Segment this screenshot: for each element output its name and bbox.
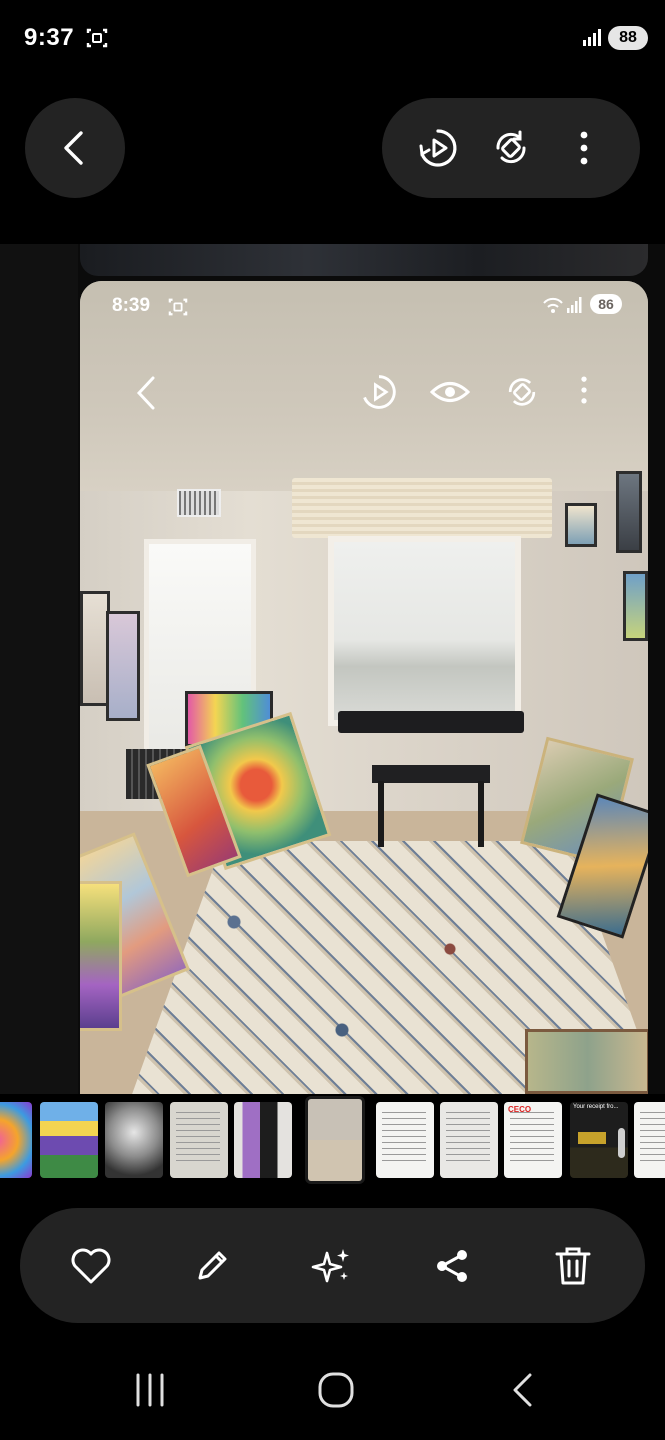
screenshot-icon [168, 298, 188, 316]
auto-rotate-button[interactable] [487, 124, 535, 172]
wall-painting [616, 471, 642, 553]
ai-edit-button[interactable] [307, 1241, 357, 1291]
thumbnail-document[interactable]: CECO [504, 1102, 562, 1178]
thumbnail-document[interactable] [170, 1102, 228, 1178]
wifi-signal-icon [543, 297, 582, 313]
recents-icon [136, 1373, 164, 1407]
motion-play-button[interactable] [414, 124, 462, 172]
delete-button[interactable] [548, 1241, 598, 1291]
thumbnail-lavender-painting[interactable] [40, 1102, 98, 1178]
edit-pencil-icon [198, 1251, 227, 1280]
piano-bench-legs [378, 781, 484, 847]
embedded-status-time: 8:39 [112, 295, 151, 316]
signal-icon [583, 29, 601, 46]
chevron-left-icon [136, 376, 155, 410]
thumbnail-portrait-sketch[interactable] [105, 1102, 163, 1178]
filmstrip-scroll-indicator [618, 1128, 625, 1158]
more-options-button[interactable] [560, 124, 608, 172]
share-icon [437, 1250, 467, 1282]
more-vertical-icon [581, 376, 587, 404]
thumb-receipt-text: Your receipt fro... [573, 1104, 619, 1110]
thumbnail-people-photo[interactable] [234, 1102, 292, 1178]
previous-image-peek[interactable] [0, 244, 78, 1094]
air-vent [177, 489, 221, 517]
main-photo[interactable]: 8:39 86 [80, 281, 648, 1094]
favorite-button[interactable] [66, 1241, 116, 1291]
nav-back-button[interactable] [492, 1368, 552, 1412]
screenshot-icon [86, 28, 108, 48]
window-blind [292, 478, 552, 538]
status-time: 9:37 [24, 24, 75, 51]
wall-painting [106, 611, 140, 721]
back-icon [513, 1373, 532, 1407]
ai-sparkle-icon [311, 1249, 349, 1283]
canvas-painting [525, 1029, 648, 1094]
motion-play-icon [363, 375, 396, 409]
thumbnail-current-room-photo[interactable] [305, 1096, 365, 1184]
thumbnail-document[interactable] [376, 1102, 434, 1178]
chevron-left-icon [64, 131, 83, 165]
bottom-action-bar [20, 1208, 645, 1323]
wall-painting [565, 503, 597, 547]
thumbnail-document[interactable] [440, 1102, 498, 1178]
system-nav-bar [0, 1340, 665, 1440]
image-top-edge [80, 244, 648, 276]
auto-rotate-icon [496, 130, 526, 164]
motion-play-icon [419, 129, 457, 167]
wall-painting [623, 571, 648, 641]
edit-button[interactable] [187, 1241, 237, 1291]
trash-icon [555, 1247, 591, 1285]
battery-badge: 88 [608, 26, 648, 50]
thumbnail-colorful-painting[interactable] [0, 1102, 32, 1178]
back-button[interactable] [25, 98, 125, 198]
embedded-toolbar [80, 373, 648, 417]
auto-rotate-icon [508, 378, 536, 406]
eye-icon [430, 382, 470, 402]
canvas-painting [80, 881, 122, 1031]
top-actions [382, 98, 640, 198]
home-button[interactable] [306, 1368, 366, 1412]
share-button[interactable] [427, 1241, 477, 1291]
window [328, 536, 521, 726]
recents-button[interactable] [120, 1368, 180, 1412]
thumb-receipt-logo [578, 1132, 606, 1144]
more-vertical-icon [580, 131, 588, 165]
thumbnail-strip[interactable]: CECO Your receipt fro... [0, 1094, 665, 1190]
thumb-ceco-text: CECO [508, 1105, 532, 1114]
embedded-battery-badge: 86 [590, 294, 622, 314]
status-bar: 9:37 88 [0, 0, 665, 76]
thumbnail-document[interactable] [634, 1102, 665, 1178]
image-viewer[interactable]: 8:39 86 [0, 244, 665, 1094]
home-icon [318, 1372, 354, 1408]
heart-icon [71, 1248, 111, 1284]
keyboard-piano [338, 711, 524, 733]
